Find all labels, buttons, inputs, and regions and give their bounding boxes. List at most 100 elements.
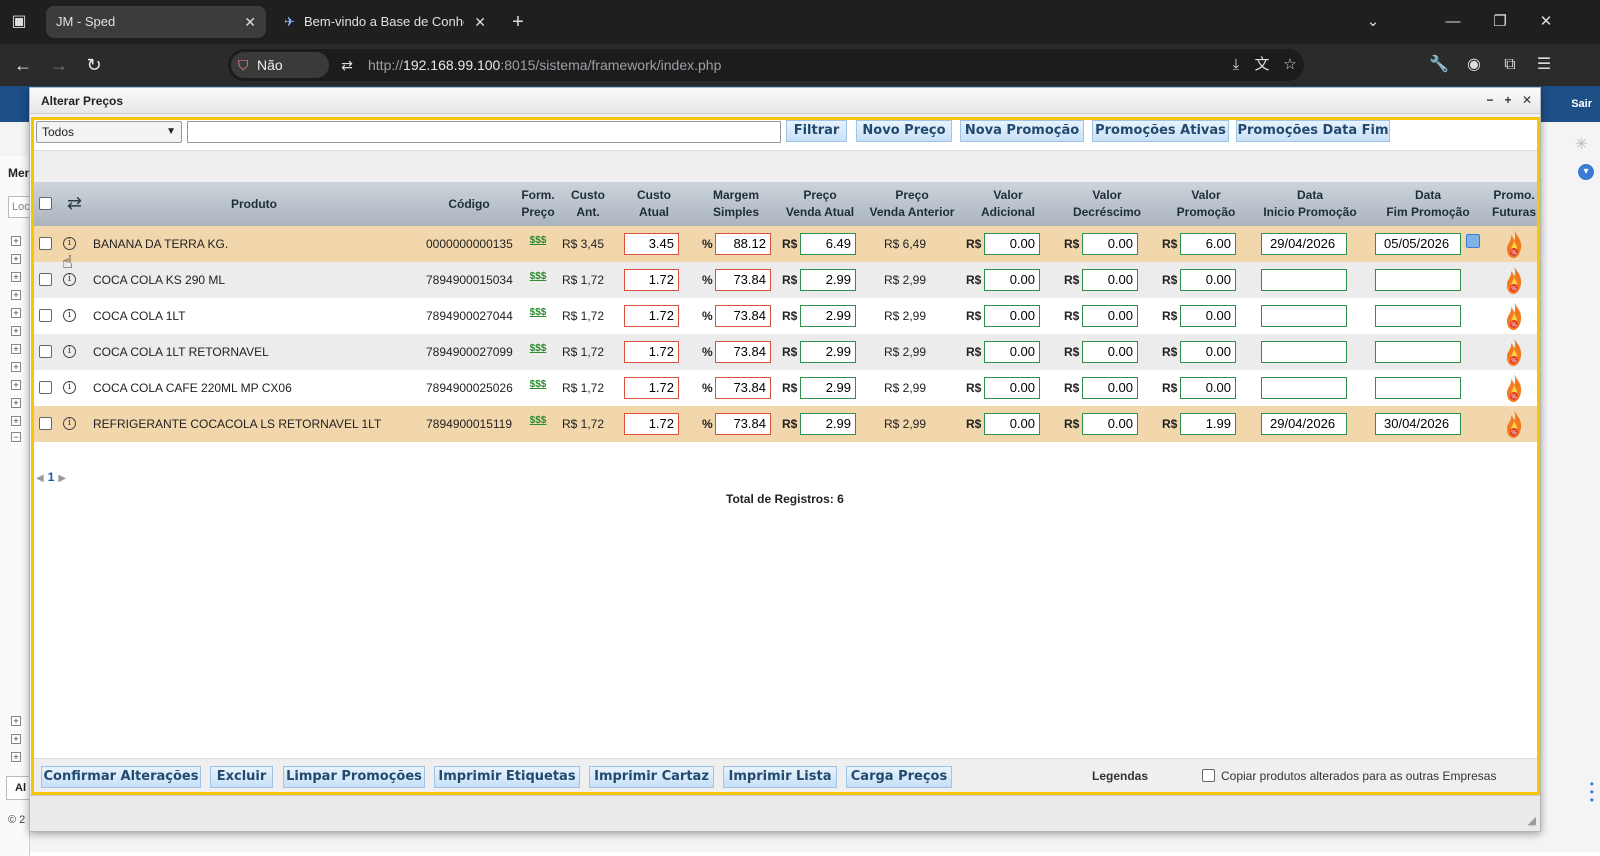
close-icon[interactable]: ✕ (474, 6, 486, 38)
money-formula-icon[interactable]: $$$ (528, 344, 548, 360)
valor-promocao-input[interactable]: 0.00 (1180, 341, 1236, 363)
col-form-preco[interactable]: Form. Preço (516, 182, 560, 226)
promocoes-ativas-button[interactable]: Promoções Ativas (1092, 120, 1229, 142)
bookmark-star-icon[interactable]: ☆ (1278, 53, 1302, 77)
tab-search-icon[interactable]: ▣ (9, 12, 29, 32)
security-indicator[interactable]: ⛉ Não seguro (231, 52, 329, 99)
table-row[interactable]: i COCA COLA CAFE 220ML MP CX06 78949000250… (34, 370, 1537, 406)
money-formula-icon[interactable]: $$$ (528, 272, 548, 288)
url-text[interactable]: http://192.168.99.100:8015/sistema/frame… (368, 49, 721, 81)
row-checkbox[interactable] (39, 273, 52, 286)
forward-arrow-icon[interactable]: → (46, 52, 72, 78)
site-settings-icon[interactable]: ⇄ (336, 53, 358, 77)
promo-fire-icon[interactable]: % (1504, 265, 1524, 295)
data-inicio-input[interactable]: 29/04/2026 (1261, 233, 1347, 255)
col-valor-promocao[interactable]: Valor Promoção (1166, 182, 1246, 226)
tab-jm-sped[interactable]: JM - Sped ✕ (46, 6, 266, 38)
row-checkbox[interactable] (39, 381, 52, 394)
data-inicio-input[interactable] (1261, 341, 1347, 363)
data-fim-input[interactable]: 05/05/2026 (1375, 233, 1461, 255)
nova-promocao-button[interactable]: Nova Promoção (960, 120, 1084, 142)
prev-page-icon[interactable]: ◀ (36, 473, 44, 484)
tree-collapse-icon[interactable]: − (11, 432, 21, 442)
row-checkbox[interactable] (39, 309, 52, 322)
chevron-down-icon[interactable]: ▾ (1578, 164, 1594, 180)
col-promo-futuras[interactable]: Promo. Futuras (1488, 182, 1540, 226)
col-preco-anterior[interactable]: Preço Venda Anterior (866, 182, 958, 226)
novo-preco-button[interactable]: Novo Preço (856, 120, 952, 142)
valor-promocao-input[interactable]: 0.00 (1180, 269, 1236, 291)
margem-input[interactable]: 73.84 (715, 269, 771, 291)
close-icon[interactable]: ✕ (1520, 93, 1534, 107)
tree-expand-icon[interactable]: + (11, 362, 21, 372)
valor-decrescimo-input[interactable]: 0.00 (1082, 305, 1138, 327)
filter-type-select[interactable]: Todos ▼ (36, 121, 182, 143)
col-valor-adicional[interactable]: Valor Adicional (968, 182, 1048, 226)
preco-atual-input[interactable]: 2.99 (800, 269, 856, 291)
col-produto[interactable]: Produto (154, 182, 354, 226)
install-app-icon[interactable]: ⤓ (1224, 53, 1248, 77)
valor-adicional-input[interactable]: 0.00 (984, 233, 1040, 255)
money-formula-icon[interactable]: $$$ (528, 236, 548, 252)
tree-expand-icon[interactable]: + (11, 734, 21, 744)
imprimir-cartaz-button[interactable]: Imprimir Cartaz (589, 766, 714, 788)
page-number[interactable]: 1 (48, 470, 55, 484)
valor-decrescimo-input[interactable]: 0.00 (1082, 233, 1138, 255)
custo-atual-input[interactable]: 1.72 (624, 341, 679, 363)
valor-adicional-input[interactable]: 0.00 (984, 413, 1040, 435)
valor-adicional-input[interactable]: 0.00 (984, 377, 1040, 399)
close-window-icon[interactable]: ✕ (1534, 10, 1558, 34)
promo-fire-icon[interactable]: % (1504, 337, 1524, 367)
limpar-promocoes-button[interactable]: Limpar Promoções (283, 766, 425, 788)
col-data-fim[interactable]: Data Fim Promoção (1372, 182, 1484, 226)
custo-atual-input[interactable]: 1.72 (624, 305, 679, 327)
table-row[interactable]: i COCA COLA 1LT RETORNAVEL 7894900027099 $$… (34, 334, 1537, 370)
table-row[interactable]: i COCA COLA 1LT 7894900027044 $$$ R$ 1,72 1.7… (34, 298, 1537, 334)
valor-adicional-input[interactable]: 0.00 (984, 305, 1040, 327)
valor-adicional-input[interactable]: 0.00 (984, 269, 1040, 291)
promo-fire-icon[interactable]: % (1504, 409, 1524, 439)
promo-fire-icon[interactable]: % (1504, 301, 1524, 331)
tree-expand-icon[interactable]: + (11, 752, 21, 762)
resize-grip-icon[interactable]: ◢ (1528, 814, 1536, 827)
valor-promocao-input[interactable]: 0.00 (1180, 377, 1236, 399)
preco-atual-input[interactable]: 2.99 (800, 341, 856, 363)
profile-icon[interactable]: ◉ (1461, 52, 1487, 78)
preco-atual-input[interactable]: 6.49 (800, 233, 856, 255)
table-row[interactable]: i REFRIGERANTE COCACOLA LS RETORNAVEL 1LT… (34, 406, 1537, 442)
tree-expand-icon[interactable]: + (11, 416, 21, 426)
col-custo-ant[interactable]: Custo Ant. (562, 182, 614, 226)
table-row[interactable]: i COCA COLA KS 290 ML 7894900015034 $$$ R$ 1… (34, 262, 1537, 298)
tree-expand-icon[interactable]: + (11, 236, 21, 246)
filtrar-button[interactable]: Filtrar (786, 120, 847, 142)
copy-dates-icon[interactable] (1466, 234, 1480, 248)
info-icon[interactable]: i (63, 237, 76, 250)
data-fim-input[interactable] (1375, 341, 1461, 363)
carga-precos-button[interactable]: Carga Preços (846, 766, 952, 788)
minimize-icon[interactable]: − (1483, 93, 1497, 107)
tree-expand-icon[interactable]: + (11, 344, 21, 354)
money-formula-icon[interactable]: $$$ (528, 416, 548, 432)
valor-promocao-input[interactable]: 6.00 (1180, 233, 1236, 255)
col-valor-decrescimo[interactable]: Valor Decréscimo (1062, 182, 1152, 226)
preco-atual-input[interactable]: 2.99 (800, 413, 856, 435)
minimize-window-icon[interactable]: — (1441, 10, 1465, 34)
preco-atual-input[interactable]: 2.99 (800, 377, 856, 399)
imprimir-lista-button[interactable]: Imprimir Lista (723, 766, 837, 788)
col-data-inicio[interactable]: Data Inicio Promoção (1254, 182, 1366, 226)
logout-link[interactable]: Sair (1571, 98, 1592, 110)
restore-window-icon[interactable]: ❐ (1488, 10, 1512, 34)
data-inicio-input[interactable] (1261, 269, 1347, 291)
col-custo-atual[interactable]: Custo Atual (624, 182, 684, 226)
preco-atual-input[interactable]: 2.99 (800, 305, 856, 327)
custo-atual-input[interactable]: 1.72 (624, 377, 679, 399)
valor-decrescimo-input[interactable]: 0.00 (1082, 341, 1138, 363)
copy-to-companies-checkbox[interactable] (1202, 769, 1215, 782)
row-checkbox[interactable] (39, 345, 52, 358)
legendas-link[interactable]: Legendas (1092, 769, 1148, 783)
data-fim-input[interactable] (1375, 377, 1461, 399)
close-icon[interactable]: ✕ (244, 6, 256, 38)
col-codigo[interactable]: Código (424, 182, 514, 226)
menu-icon[interactable]: ☰ (1531, 52, 1557, 78)
custo-atual-input[interactable]: 1.72 (624, 269, 679, 291)
